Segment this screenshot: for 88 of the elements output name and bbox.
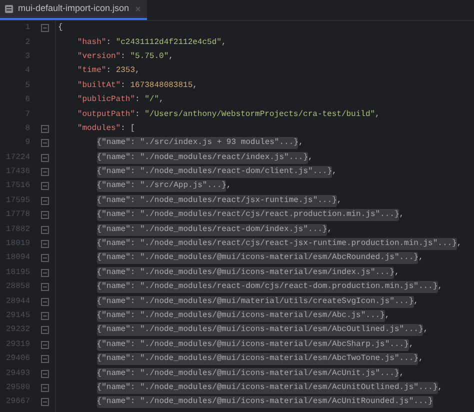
punctuation: , xyxy=(456,238,462,250)
folded-code[interactable]: {"name": "./node_modules/react-dom/index.js"...} xyxy=(96,224,328,236)
folded-code[interactable]: {"name": "./node_modules/@mui/material/utils/createSvgIcon.js"...} xyxy=(96,296,414,308)
folded-code[interactable]: {"name": "./node_modules/react/jsx-runtime.js"...} xyxy=(96,194,337,207)
fold-icon[interactable] xyxy=(40,226,48,234)
punctuation: , xyxy=(332,166,337,178)
folded-code[interactable]: {"name": "./src/index.js + 93 modules"...} xyxy=(96,137,298,150)
folded-code[interactable]: {"name": "./node_modules/@mui/icons-material/esm/AbcTwoTone.js"...} xyxy=(96,353,418,366)
punctuation: , xyxy=(135,65,140,78)
json-key: "time" xyxy=(77,65,106,78)
number-value: 1673848083815 xyxy=(130,80,193,92)
string-value: "/Users/anthony/WebstormProjects/cra-test/build" xyxy=(144,108,376,121)
fold-icon[interactable] xyxy=(40,283,48,292)
punctuation: : xyxy=(106,65,112,78)
file-tab[interactable]: mui-default-import-icon.json xyxy=(0,0,148,20)
punctuation: , xyxy=(414,296,418,308)
folded-code[interactable]: {"name": "./node_modules/react-dom/client.js"...} xyxy=(96,166,332,178)
punctuation: , xyxy=(418,353,424,366)
folded-code[interactable]: {"name": "./node_modules/react/index.js"...} xyxy=(96,152,308,164)
fold-icon[interactable] xyxy=(40,370,48,378)
punctuation: , xyxy=(192,80,198,92)
punctuation: , xyxy=(423,324,428,336)
fold-icon[interactable] xyxy=(40,211,48,220)
json-key: "outputPath" xyxy=(77,108,135,121)
punctuation: : xyxy=(135,108,141,121)
string-value: "/" xyxy=(144,94,160,106)
punctuation: , xyxy=(226,180,232,192)
fold-icon[interactable] xyxy=(40,254,48,262)
punctuation: : xyxy=(120,50,126,63)
punctuation: , xyxy=(399,368,404,380)
folded-code[interactable]: {"name": "./node_modules/react-dom/cjs/react-dom.production.min.js"...} xyxy=(96,281,438,294)
punctuation: : xyxy=(135,94,141,106)
folded-code[interactable]: {"name": "./node_modules/@mui/icons-material/esm/AbcSharp.js"...} xyxy=(96,338,409,351)
punctuation: , xyxy=(308,152,313,164)
string-value: "5.75.0" xyxy=(130,50,169,63)
json-key: "hash" xyxy=(77,36,106,49)
punctuation: , xyxy=(408,338,414,351)
punctuation: , xyxy=(168,50,174,63)
fold-icon[interactable] xyxy=(40,139,48,148)
folded-code[interactable]: {"name": "./node_modules/@mui/icons-material/esm/AbcOutlined.js"...} xyxy=(96,324,424,336)
fold-icon[interactable] xyxy=(40,24,48,32)
punctuation: : xyxy=(120,80,126,92)
json-key: "version" xyxy=(77,50,121,63)
folded-code[interactable]: {"name": "./node_modules/@mui/icons-material/esm/AcUnit.js"...} xyxy=(96,368,400,380)
folded-code[interactable]: {"name": "./node_modules/react/cjs/react-jsx-runtime.production.min.js"...} xyxy=(96,238,457,250)
punctuation: : [ xyxy=(120,122,136,135)
punctuation: , xyxy=(438,281,442,294)
folded-code[interactable]: {"name": "./node_modules/@mui/icons-material/esm/AbcRounded.js"...} xyxy=(96,252,418,264)
json-key: "builtAt" xyxy=(77,80,121,92)
close-icon[interactable] xyxy=(135,6,142,12)
fold-icon[interactable] xyxy=(40,268,48,277)
fold-icon[interactable] xyxy=(40,168,48,176)
punctuation: , xyxy=(375,108,380,121)
json-key: "publicPath" xyxy=(77,94,135,106)
fold-icon[interactable] xyxy=(40,355,48,364)
punctuation: , xyxy=(221,36,226,49)
fold-icon[interactable] xyxy=(40,340,48,349)
folded-code[interactable]: {"name": "./node_modules/@mui/icons-material/esm/index.js"...} xyxy=(96,266,394,279)
punctuation: , xyxy=(418,252,424,264)
fold-icon[interactable] xyxy=(40,398,48,406)
punctuation: , xyxy=(399,209,404,222)
punctuation: , xyxy=(336,194,342,207)
string-value: "c2431112d4f2112e4c5d" xyxy=(116,36,222,49)
json-key: "modules" xyxy=(77,122,121,135)
fold-icon[interactable] xyxy=(40,298,48,306)
fold-icon[interactable] xyxy=(40,240,48,248)
folded-code[interactable]: {"name": "./node_modules/@mui/icons-material/esm/Abc.js"...} xyxy=(96,310,385,322)
fold-icon[interactable] xyxy=(40,312,48,320)
punctuation: , xyxy=(298,137,304,150)
fold-icon[interactable] xyxy=(40,124,48,133)
punctuation: , xyxy=(394,266,400,279)
punctuation: { xyxy=(58,22,63,34)
folded-code[interactable]: {"name": "./src/App.js"...} xyxy=(96,180,226,192)
punctuation: , xyxy=(384,310,390,322)
number-value: 2353 xyxy=(116,65,136,78)
fold-icon[interactable] xyxy=(40,326,48,334)
folded-code[interactable]: {"name": "./node_modules/@mui/icons-material/esm/AcUnitRounded.js"...} xyxy=(96,396,433,408)
folded-code[interactable]: {"name": "./node_modules/@mui/icons-material/esm/AcUnitOutlined.js"...} xyxy=(96,382,438,394)
punctuation: , xyxy=(159,94,164,106)
punctuation: : xyxy=(106,36,112,49)
punctuation: , xyxy=(438,382,442,394)
folded-code[interactable]: {"name": "./node_modules/react/cjs/react.production.min.js"...} xyxy=(96,209,400,222)
file-icon xyxy=(4,4,14,14)
punctuation: , xyxy=(327,224,332,236)
fold-icon[interactable] xyxy=(40,154,48,162)
fold-icon[interactable] xyxy=(40,384,48,392)
fold-icon[interactable] xyxy=(40,182,48,190)
fold-icon[interactable] xyxy=(40,196,48,205)
